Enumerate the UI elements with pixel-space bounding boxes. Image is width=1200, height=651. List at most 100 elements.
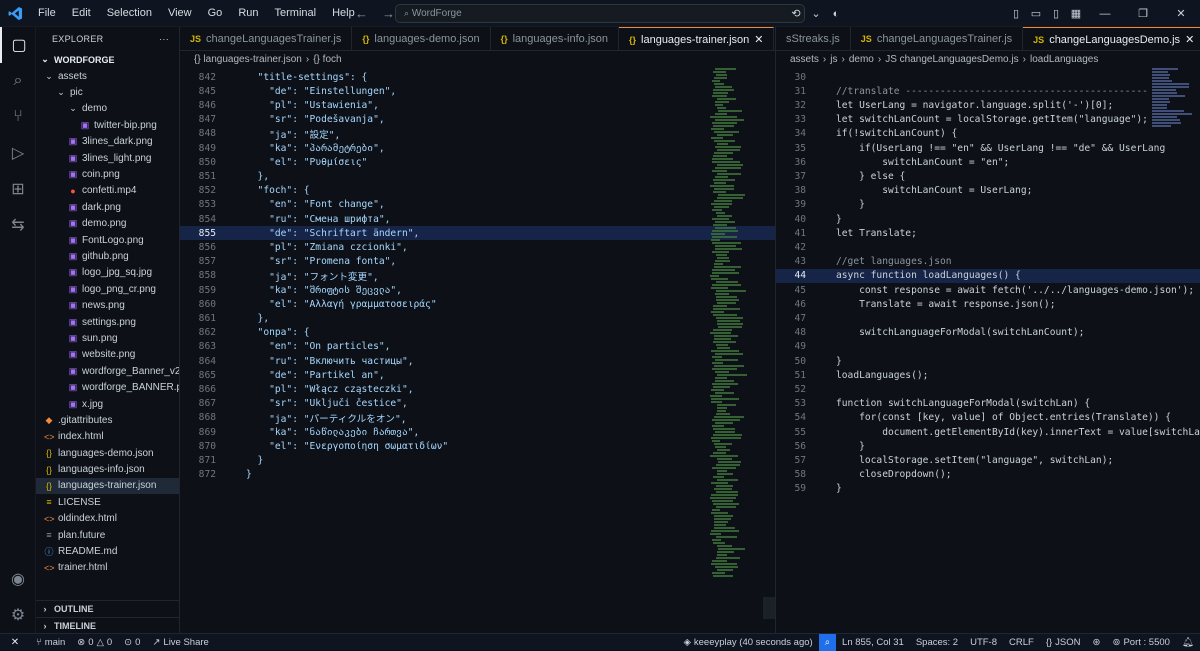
file-item[interactable]: ▣ website.png	[36, 347, 179, 363]
close-window-icon[interactable]: ✕	[1162, 7, 1200, 20]
menu-file[interactable]: File	[30, 0, 64, 27]
source-control-icon[interactable]: ⑂	[0, 99, 36, 135]
file-item[interactable]: <> index.html	[36, 429, 179, 445]
tab-active[interactable]: {} languages-trainer.json ✕	[619, 27, 774, 51]
scrollbar-left[interactable]	[763, 597, 775, 619]
tab-inactive[interactable]: sStreaks.js	[776, 27, 851, 51]
file-item[interactable]: ▣ demo.png	[36, 216, 179, 232]
code-area-right[interactable]: 30 31 //translate ------------------------…	[776, 68, 1200, 613]
layout-sidebar-icon[interactable]: ▯	[1006, 7, 1026, 20]
file-item[interactable]: ▣ 3lines_light.png	[36, 150, 179, 166]
tab-inactive[interactable]: JS changeLanguagesTrainer.js	[851, 27, 1023, 51]
file-item[interactable]: {} languages-info.json	[36, 461, 179, 477]
search-icon[interactable]: ⌕	[0, 63, 36, 99]
encoding[interactable]: UTF-8	[964, 637, 1003, 648]
forward-arrow-icon[interactable]: →	[382, 6, 395, 21]
close-tab-icon[interactable]: ✕	[1185, 33, 1194, 46]
account-icon[interactable]: ◐	[826, 8, 846, 20]
folder-item[interactable]: ⌄ demo	[36, 101, 179, 117]
file-item[interactable]: <> oldindex.html	[36, 511, 179, 527]
breadcrumb-item[interactable]: assets	[790, 54, 819, 65]
breadcrumb-item[interactable]: {} foch	[313, 54, 341, 65]
breadcrumb-item[interactable]: demo	[849, 54, 874, 65]
tab-inactive[interactable]: {} languages-demo.json	[352, 27, 490, 51]
minimap-line	[718, 461, 742, 463]
layout-panel-icon[interactable]: ▭	[1026, 7, 1046, 20]
file-item[interactable]: ▣ settings.png	[36, 314, 179, 330]
workspace-root[interactable]: ⌄ WORDFORGE	[36, 51, 179, 68]
layout-secondary-icon[interactable]: ▯	[1046, 7, 1066, 20]
folder-item[interactable]: ⌄ pic	[36, 84, 179, 100]
accounts-icon[interactable]: ◉	[0, 561, 36, 597]
git-blame-status[interactable]: ◈ keeeyplay (40 seconds ago)	[678, 637, 819, 648]
file-item[interactable]: ▣ wordforge_BANNER.png	[36, 379, 179, 395]
tab-active[interactable]: JS changeLanguagesDemo.js ✕	[1023, 27, 1200, 51]
language-mode[interactable]: {} JSON	[1040, 637, 1087, 648]
file-item[interactable]: ▣ wordforge_Banner_v2.p...	[36, 363, 179, 379]
liveshare-status[interactable]: ↗ Live Share	[146, 637, 214, 648]
file-item[interactable]: ▣ 3lines_dark.png	[36, 134, 179, 150]
file-item[interactable]: ≡ LICENSE	[36, 494, 179, 510]
file-item[interactable]: ⓘ README.md	[36, 543, 179, 559]
file-item[interactable]: ▣ coin.png	[36, 166, 179, 182]
file-item[interactable]: ▣ FontLogo.png	[36, 232, 179, 248]
close-tab-icon[interactable]: ✕	[754, 33, 763, 46]
remote-indicator-icon[interactable]: ✕	[0, 634, 30, 651]
file-item[interactable]: ≡ plan.future	[36, 527, 179, 543]
tab-inactive[interactable]: JS changeLanguagesTrainer.js	[180, 27, 352, 51]
file-item[interactable]: ◆ .gitattributes	[36, 412, 179, 428]
minimap-right[interactable]	[1152, 68, 1200, 128]
outline-section[interactable]: › OUTLINE	[36, 600, 180, 617]
menu-go[interactable]: Go	[200, 0, 231, 27]
menu-selection[interactable]: Selection	[99, 0, 160, 27]
file-item[interactable]: ▣ logo_png_cr.png	[36, 281, 179, 297]
file-item[interactable]: ▣ github.png	[36, 248, 179, 264]
extensions-icon[interactable]: ⊞	[0, 171, 36, 207]
restore-icon[interactable]: ❐	[1124, 7, 1162, 20]
problems-status[interactable]: ⊗ 0 △ 0	[71, 637, 118, 648]
file-item[interactable]: ▣ sun.png	[36, 330, 179, 346]
ports-status[interactable]: ⊙ 0	[118, 637, 146, 648]
code-area-left[interactable]: 842 "title-settings": {845 "de": "Einste…	[180, 68, 775, 613]
minimap-left[interactable]	[710, 68, 760, 578]
breadcrumb-item[interactable]: JS changeLanguagesDemo.js	[885, 54, 1018, 65]
breadcrumb-item[interactable]: js	[830, 54, 837, 65]
cursor-position[interactable]: Ln 855, Col 31	[836, 637, 910, 648]
file-item[interactable]: {} languages-trainer.json	[36, 478, 179, 494]
menu-edit[interactable]: Edit	[64, 0, 99, 27]
breadcrumb-item[interactable]: loadLanguages	[1030, 54, 1098, 65]
copilot-icon[interactable]: ⟲	[786, 7, 806, 20]
explorer-icon[interactable]: ▢	[0, 27, 36, 63]
indentation[interactable]: Spaces: 2	[910, 637, 964, 648]
file-item[interactable]: ▣ dark.png	[36, 199, 179, 215]
tab-inactive[interactable]: {} languages-info.json	[491, 27, 619, 51]
file-item[interactable]: <> trainer.html	[36, 560, 179, 576]
customize-layout-icon[interactable]: ▦	[1066, 7, 1086, 20]
folder-item[interactable]: ⌄ assets	[36, 68, 179, 84]
menu-terminal[interactable]: Terminal	[267, 0, 325, 27]
notifications-icon[interactable]: 🔔︎	[1176, 637, 1200, 648]
timeline-section[interactable]: › TIMELINE	[36, 617, 180, 634]
back-arrow-icon[interactable]: ←	[355, 6, 368, 21]
remote-explorer-icon[interactable]: ⇆	[0, 207, 36, 243]
settings-gear-icon[interactable]: ⚙	[0, 597, 36, 633]
run-debug-icon[interactable]: ▷	[0, 135, 36, 171]
copilot-status-icon[interactable]: ⊛	[1087, 637, 1107, 648]
minimize-icon[interactable]: —	[1086, 8, 1124, 20]
breadcrumb-item[interactable]: {} languages-trainer.json	[194, 54, 302, 65]
menu-view[interactable]: View	[160, 0, 200, 27]
branch-status[interactable]: ⑂ main	[30, 637, 71, 648]
file-item[interactable]: ▣ twitter-bip.png	[36, 117, 179, 133]
zoom-icon[interactable]: ⌕	[819, 634, 836, 651]
command-center-search[interactable]: ⌕ WordForge	[395, 4, 805, 23]
live-server-status[interactable]: ⊚ Port : 5500	[1106, 637, 1175, 648]
file-item[interactable]: {} languages-demo.json	[36, 445, 179, 461]
end-of-line[interactable]: CRLF	[1003, 637, 1040, 648]
file-item[interactable]: ● confetti.mp4	[36, 183, 179, 199]
file-item[interactable]: ▣ news.png	[36, 297, 179, 313]
file-item[interactable]: ▣ logo_jpg_sq.jpg	[36, 265, 179, 281]
menu-run[interactable]: Run	[230, 0, 266, 27]
chevron-down-icon[interactable]: ⌄	[806, 7, 826, 20]
file-item[interactable]: ▣ x.jpg	[36, 396, 179, 412]
more-actions-icon[interactable]: ···	[159, 34, 169, 44]
